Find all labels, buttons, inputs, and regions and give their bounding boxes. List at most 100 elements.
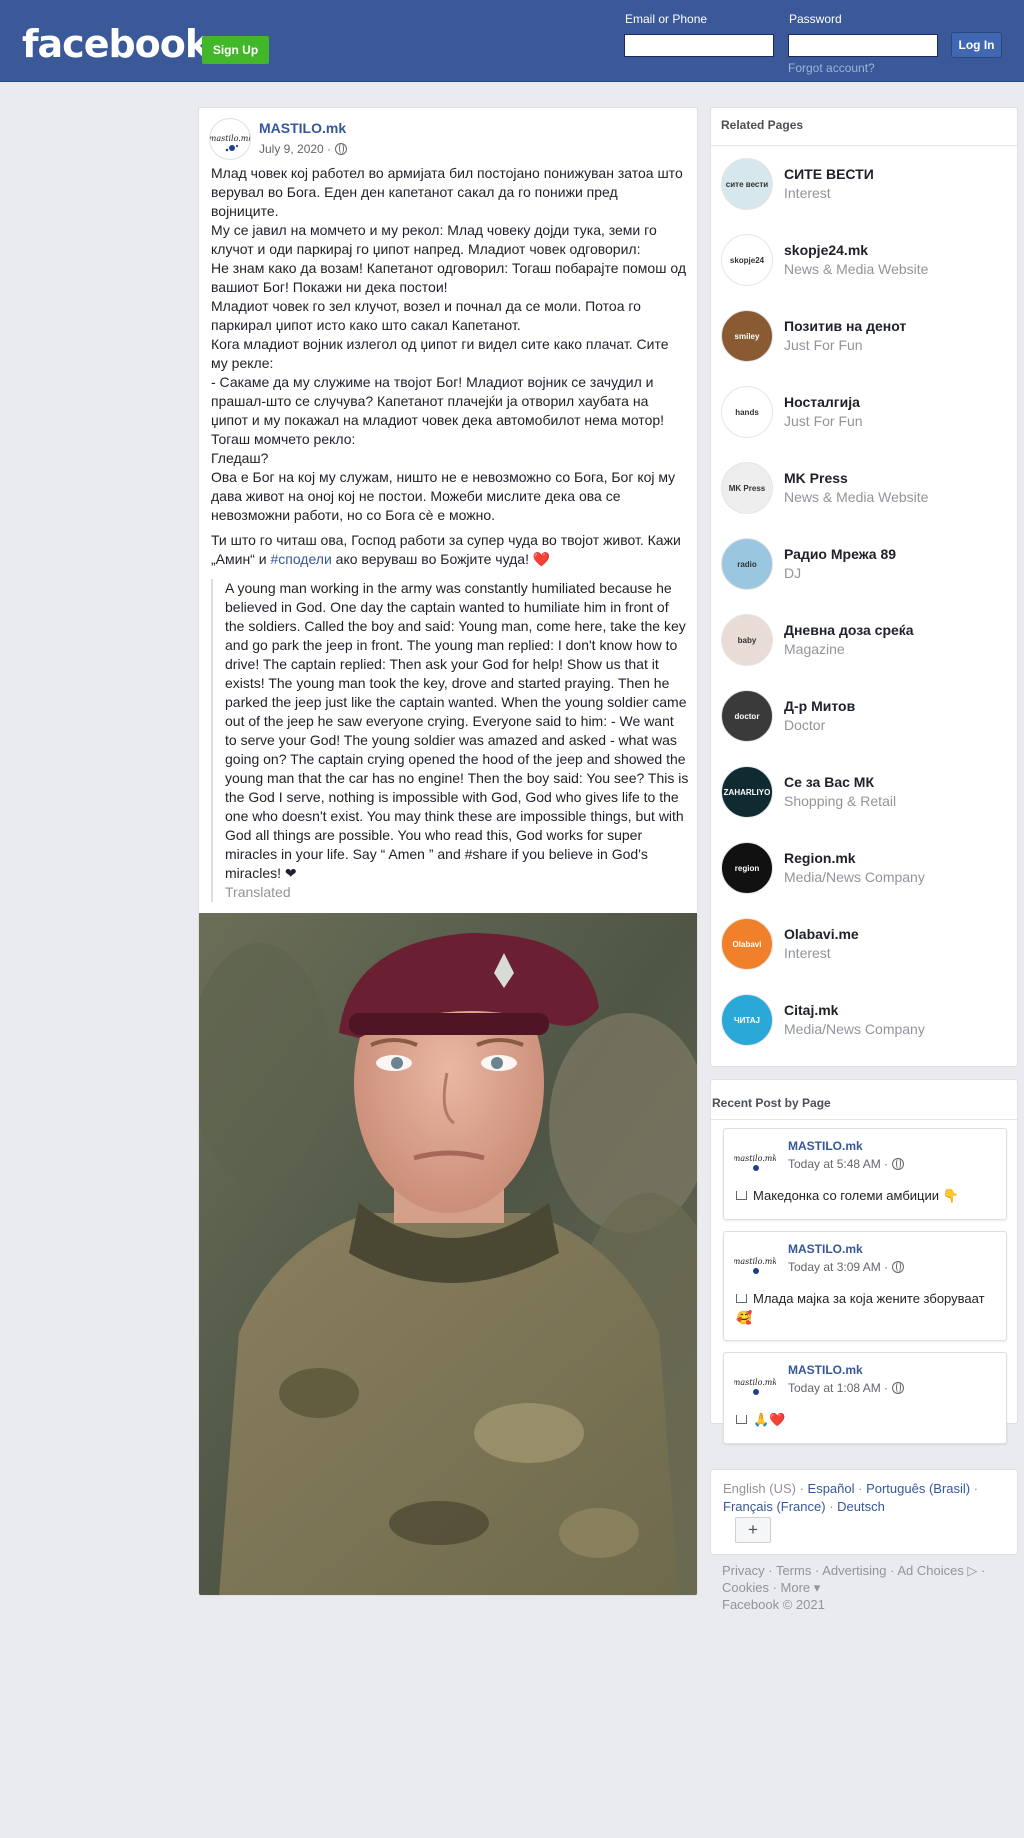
footer-link-more[interactable]: More ▾ [781, 1580, 821, 1595]
forgot-account-link[interactable]: Forgot account? [788, 61, 875, 75]
recent-post-card[interactable]: mastilo.mk MASTILO.mk Today at 5:48 AM ·… [723, 1128, 1007, 1220]
recent-post-time-text[interactable]: Today at 5:48 AM · [788, 1157, 888, 1171]
footer-link-privacy[interactable]: Privacy [722, 1563, 765, 1578]
language-link[interactable]: Español [808, 1481, 855, 1496]
recent-post-avatar[interactable]: mastilo.mk [734, 1242, 776, 1284]
log-in-button[interactable]: Log In [952, 33, 1001, 57]
password-label: Password [789, 12, 842, 26]
language-link[interactable]: Deutsch [837, 1499, 885, 1514]
related-page-item[interactable]: hands Носталгија Just For Fun [721, 386, 1011, 446]
page-avatar[interactable]: mastilo.mk [209, 118, 251, 160]
related-page-icon[interactable]: ЧИТАЈ [721, 994, 773, 1046]
related-page-item[interactable]: skopje24 skopje24.mk News & Media Website [721, 234, 1011, 294]
related-page-item[interactable]: smiley Позитив на денот Just For Fun [721, 310, 1011, 370]
footer: Privacy · Terms · Advertising · Ad Choic… [722, 1563, 986, 1612]
related-page-name[interactable]: Olabavi.me [784, 926, 859, 942]
globe-icon [892, 1382, 905, 1394]
related-page-icon[interactable]: Olabavi [721, 918, 773, 970]
language-link[interactable]: Français (France) [723, 1499, 826, 1514]
post-line: Му се јавил на момчето и му рекол: Млад … [211, 222, 657, 257]
related-page-icon[interactable]: skopje24 [721, 234, 773, 286]
recent-post-time-text[interactable]: Today at 1:08 AM · [788, 1381, 888, 1395]
post-date-text[interactable]: July 9, 2020 · [259, 142, 331, 156]
recent-post-text: Македонка со големи амбиции 👇 [736, 1186, 998, 1205]
recent-post-text-content: Македонка со големи амбиции 👇 [753, 1188, 959, 1203]
related-page-name[interactable]: Носталгија [784, 394, 860, 410]
top-bar: facebook Sign Up Email or Phone Password… [0, 0, 1024, 82]
recent-post-card[interactable]: mastilo.mk MASTILO.mk Today at 3:09 AM ·… [723, 1231, 1007, 1341]
related-pages-title: Related Pages [711, 108, 1017, 146]
recent-post-time: Today at 1:08 AM · [788, 1381, 905, 1395]
footer-link-ad-choices[interactable]: Ad Choices ▷ [897, 1563, 977, 1578]
related-page-item[interactable]: doctor Д-р Митов Doctor [721, 690, 1011, 750]
post-author-link[interactable]: MASTILO.mk [259, 120, 346, 136]
post-line: Кога младиот војник излегол од џипот ги … [211, 336, 669, 371]
post-line: Ова е Бог на кој му служам, ништо не е н… [211, 469, 676, 523]
related-page-name[interactable]: skopje24.mk [784, 242, 868, 258]
related-page-item[interactable]: ZAHARLIYO Се за Вас МК Shopping & Retail [721, 766, 1011, 826]
globe-icon [892, 1261, 905, 1273]
recent-post-author[interactable]: MASTILO.mk [788, 1242, 863, 1256]
related-page-item[interactable]: baby Дневна доза среќа Magazine [721, 614, 1011, 674]
related-page-category: Shopping & Retail [784, 793, 897, 809]
related-page-category: News & Media Website [784, 261, 929, 277]
related-page-item[interactable]: MK Press MK Press News & Media Website [721, 462, 1011, 522]
related-page-name[interactable]: MK Press [784, 470, 848, 486]
email-label: Email or Phone [625, 12, 708, 26]
heart-emoji: ❤️ [532, 551, 551, 567]
language-link[interactable]: Português (Brasil) [866, 1481, 970, 1496]
related-page-icon[interactable]: doctor [721, 690, 773, 742]
share-icon [736, 1191, 747, 1200]
post-line: Младиот човек го зел клучот, возел и поч… [211, 298, 641, 333]
related-page-name[interactable]: Позитив на денот [784, 318, 906, 334]
recent-post-card[interactable]: mastilo.mk MASTILO.mk Today at 1:08 AM ·… [723, 1352, 1007, 1444]
related-page-category: Interest [784, 185, 831, 201]
related-page-item[interactable]: сите вести СИТЕ ВЕСТИ Interest [721, 158, 1011, 218]
translated-label[interactable]: Translated [225, 883, 689, 902]
related-page-icon[interactable]: hands [721, 386, 773, 438]
related-page-icon[interactable]: radio [721, 538, 773, 590]
related-page-name[interactable]: СИТЕ ВЕСТИ [784, 166, 874, 182]
related-page-icon[interactable]: region [721, 842, 773, 894]
recent-post-author[interactable]: MASTILO.mk [788, 1139, 863, 1153]
post-date: July 9, 2020 · [259, 142, 348, 156]
post-line: Млад човек кој работел во армијата бил п… [211, 165, 683, 219]
related-page-name[interactable]: Дневна доза среќа [784, 622, 914, 638]
footer-link-advertising[interactable]: Advertising [822, 1563, 886, 1578]
related-page-icon[interactable]: baby [721, 614, 773, 666]
share-icon [736, 1294, 747, 1303]
related-page-item[interactable]: Olabavi Olabavi.me Interest [721, 918, 1011, 978]
related-page-name[interactable]: Радио Мрежа 89 [784, 546, 896, 562]
facebook-logo[interactable]: facebook [22, 22, 210, 66]
related-page-icon[interactable]: MK Press [721, 462, 773, 514]
footer-link-cookies[interactable]: Cookies [722, 1580, 769, 1595]
recent-post-time-text[interactable]: Today at 3:09 AM · [788, 1260, 888, 1274]
recent-posts-title: Recent Post by Page [711, 1080, 1017, 1120]
related-page-name[interactable]: Д-р Митов [784, 698, 855, 714]
related-page-item[interactable]: region Region.mk Media/News Company [721, 842, 1011, 902]
more-languages-button[interactable]: + [735, 1517, 771, 1543]
svg-text:mastilo.mk: mastilo.mk [734, 1257, 776, 1266]
recent-post-text-content: 🙏❤️ [753, 1412, 786, 1427]
recent-post-avatar[interactable]: mastilo.mk [734, 1363, 776, 1405]
related-page-icon[interactable]: сите вести [721, 158, 773, 210]
email-field[interactable] [624, 34, 774, 57]
recent-post-avatar[interactable]: mastilo.mk [734, 1139, 776, 1181]
related-page-icon[interactable]: ZAHARLIYO [721, 766, 773, 818]
post-photo[interactable] [199, 913, 697, 1595]
related-page-name[interactable]: Citaj.mk [784, 1002, 838, 1018]
related-page-item[interactable]: ЧИТАЈ Citaj.mk Media/News Company [721, 994, 1011, 1054]
hashtag-link[interactable]: #сподели [270, 551, 331, 567]
language-selector: English (US) · Español · Português (Bras… [710, 1469, 1018, 1555]
password-field[interactable] [788, 34, 938, 57]
related-page-name[interactable]: Се за Вас МК [784, 774, 874, 790]
sign-up-button[interactable]: Sign Up [202, 36, 269, 64]
recent-posts-panel: Recent Post by Page mastilo.mk MASTILO.m… [710, 1079, 1018, 1444]
share-icon [736, 1415, 747, 1424]
recent-post-author[interactable]: MASTILO.mk [788, 1363, 863, 1377]
related-page-item[interactable]: radio Радио Мрежа 89 DJ [721, 538, 1011, 598]
footer-link-terms[interactable]: Terms [776, 1563, 811, 1578]
recent-post-time: Today at 3:09 AM · [788, 1260, 905, 1274]
related-page-name[interactable]: Region.mk [784, 850, 856, 866]
related-page-icon[interactable]: smiley [721, 310, 773, 362]
